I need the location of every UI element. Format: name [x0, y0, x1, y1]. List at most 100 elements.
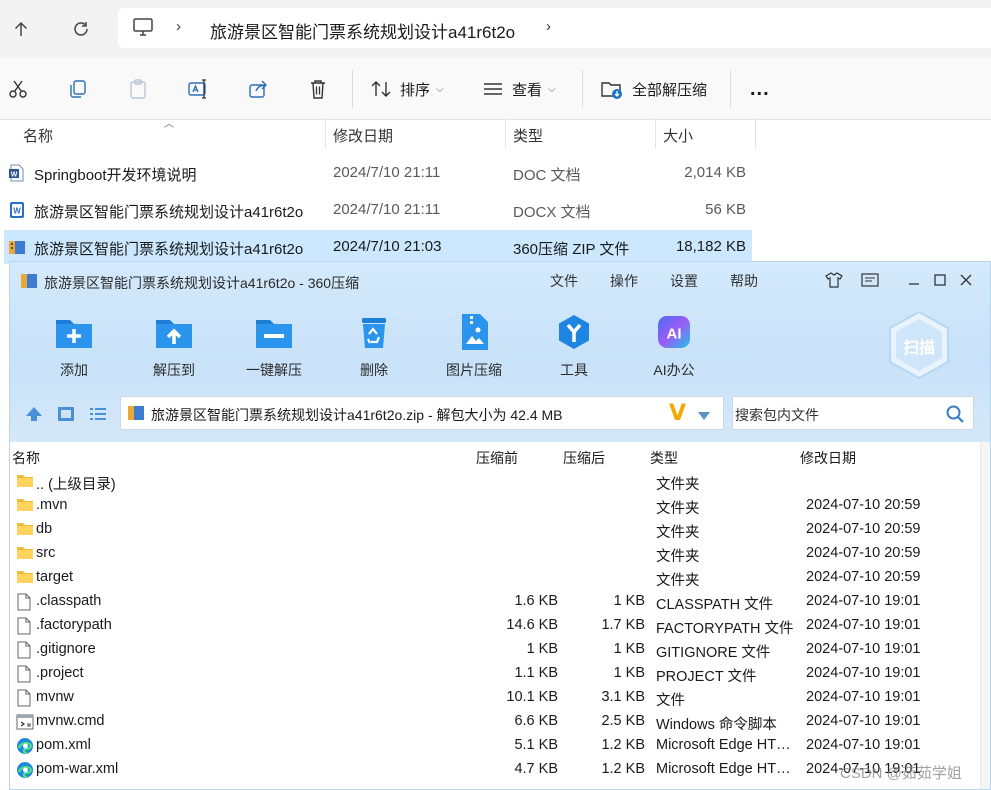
archive-row[interactable]: .. (上级目录) 文件夹	[10, 470, 980, 494]
extract-all-button[interactable]: 全部解压缩	[600, 76, 707, 102]
archive-row-date: 2024-07-10 19:01	[806, 641, 921, 657]
tool-image-compress[interactable]: 图片压缩	[436, 312, 512, 380]
paste-icon[interactable]	[126, 77, 150, 101]
menu-help[interactable]: 帮助	[730, 271, 758, 291]
sort-button[interactable]: 排序 ⌵	[370, 76, 444, 102]
column-header-size[interactable]: 大小	[663, 125, 693, 146]
file-row[interactable]: W Springboot开发环境说明 2024/7/10 21:11 DOC 文…	[4, 156, 752, 190]
one-click-extract-icon	[254, 312, 294, 352]
tool-add-label: 添加	[60, 362, 88, 378]
archive-row[interactable]: mvnw.cmd 6.6 KB 2.5 KB Windows 命令脚本 2024-07-…	[10, 710, 980, 734]
up-folder-icon[interactable]	[24, 404, 44, 424]
archive-path-field[interactable]: 旅游景区智能门票系统规划设计a41r6t2o.zip - 解包大小为 42.4 …	[120, 396, 724, 430]
scan-button[interactable]: 扫描	[886, 310, 952, 380]
archive-row[interactable]: pom.xml 5.1 KB 1.2 KB Microsoft Edge HTML D…	[10, 734, 980, 758]
zip-header: 旅游景区智能门票系统规划设计a41r6t2o - 360压缩 文件 操作 设置 …	[10, 262, 990, 442]
archive-row-name: mvnw.cmd	[36, 713, 105, 729]
column-divider[interactable]	[755, 118, 756, 148]
archive-row[interactable]: .factorypath 14.6 KB 1.7 KB FACTORYPATH 文件 2…	[10, 614, 980, 638]
archive-row-date: 2024-07-10 19:01	[806, 665, 921, 681]
add-folder-icon	[54, 312, 94, 352]
archive-row[interactable]: src 文件夹 2024-07-10 20:59	[10, 542, 980, 566]
tool-add[interactable]: 添加	[36, 312, 112, 380]
breadcrumb-chevron-icon[interactable]: ›	[176, 18, 181, 35]
archive-row[interactable]: .gitignore 1 KB 1 KB GITIGNORE 文件 2024-07-10…	[10, 638, 980, 662]
archive-row[interactable]: .mvn 文件夹 2024-07-10 20:59	[10, 494, 980, 518]
column-header-date[interactable]: 修改日期	[333, 125, 393, 146]
breadcrumb-chevron-icon[interactable]: ›	[546, 18, 551, 35]
archive-row-type: Microsoft Edge HTML Document	[656, 737, 796, 753]
archive-row-name: target	[36, 569, 74, 585]
file-row[interactable]: W 旅游景区智能门票系统规划设计a41r6t2o 2024/7/10 21:11…	[4, 193, 752, 227]
archive-row-name: mvnw	[36, 689, 74, 705]
tool-delete[interactable]: 删除	[336, 312, 412, 380]
archive-row[interactable]: .classpath 1.6 KB 1 KB CLASSPATH 文件 2024-07-…	[10, 590, 980, 614]
column-divider[interactable]	[655, 118, 656, 148]
skin-shirt-icon[interactable]	[824, 270, 844, 290]
share-icon[interactable]	[246, 77, 270, 101]
archive-row-name: .classpath	[36, 593, 102, 609]
column-header-name[interactable]: 名称	[23, 125, 53, 146]
zip-archive-icon	[8, 238, 26, 256]
file-row-selected[interactable]: 旅游景区智能门票系统规划设计a41r6t2o 2024/7/10 21:03 3…	[4, 230, 752, 264]
up-arrow-icon[interactable]	[4, 12, 38, 46]
close-icon[interactable]	[956, 270, 976, 290]
sort-label: 排序	[400, 81, 431, 99]
archive-row[interactable]: pom-war.xml 4.7 KB 1.2 KB Microsoft Edge HT…	[10, 758, 980, 782]
address-box[interactable]: › 旅游景区智能门票系统规划设计a41r6t2o ›	[118, 8, 991, 48]
sort-arrows-icon	[371, 81, 391, 97]
search-icon[interactable]	[945, 404, 965, 427]
copy-icon[interactable]	[66, 77, 90, 101]
zip-column-type[interactable]: 类型	[650, 448, 678, 468]
archive-row[interactable]: target 文件夹 2024-07-10 20:59	[10, 566, 980, 590]
zip-column-after[interactable]: 压缩后	[563, 448, 605, 468]
column-divider[interactable]	[505, 118, 506, 148]
rename-icon[interactable]	[186, 77, 210, 101]
zip-column-name[interactable]: 名称	[12, 448, 40, 468]
archive-row[interactable]: db 文件夹 2024-07-10 20:59	[10, 518, 980, 542]
folder-icon	[16, 545, 34, 563]
archive-row-type: 文件夹	[656, 477, 700, 493]
extract-folder-icon	[601, 82, 622, 99]
minimize-icon[interactable]	[904, 270, 924, 290]
tool-tools[interactable]: 工具	[536, 312, 612, 380]
archive-row-size-before: 1.6 KB	[514, 593, 558, 609]
tool-one-click-extract[interactable]: 一键解压	[236, 312, 312, 380]
more-options-button[interactable]: ...	[750, 76, 770, 102]
zip-column-date[interactable]: 修改日期	[800, 448, 856, 468]
delete-icon[interactable]	[306, 77, 330, 101]
breadcrumb-current-folder[interactable]: 旅游景区智能门票系统规划设计a41r6t2o	[210, 18, 515, 43]
archive-row-name: .project	[36, 665, 84, 681]
message-icon[interactable]	[860, 270, 880, 290]
menu-operation[interactable]: 操作	[610, 271, 638, 291]
file-size: 2,014 KB	[684, 164, 746, 181]
view-button[interactable]: 查看 ⌵	[482, 76, 556, 102]
column-header-type[interactable]: 类型	[513, 125, 543, 146]
archive-row[interactable]: .project 1.1 KB 1 KB PROJECT 文件 2024-07-10 1…	[10, 662, 980, 686]
menu-settings[interactable]: 设置	[670, 271, 698, 291]
archive-row-date: 2024-07-10 20:59	[806, 569, 921, 585]
maximize-icon[interactable]	[930, 270, 950, 290]
vertical-scrollbar[interactable]	[980, 442, 990, 789]
menu-file[interactable]: 文件	[550, 271, 578, 291]
image-compress-icon	[454, 312, 494, 352]
refresh-icon[interactable]	[64, 12, 98, 46]
cut-icon[interactable]	[6, 77, 30, 101]
archive-row-name: pom.xml	[36, 737, 91, 753]
chevron-down-icon: ⌵	[548, 83, 556, 95]
search-placeholder: 搜索包内文件	[735, 407, 819, 423]
list-view-icon[interactable]	[88, 404, 108, 424]
column-divider[interactable]	[325, 118, 326, 148]
v-logo-icon[interactable]: V	[669, 401, 686, 426]
dropdown-arrow-icon[interactable]	[697, 408, 711, 424]
tool-ai-office[interactable]: AI AI办公	[636, 312, 712, 380]
archive-row-name: .. (上级目录)	[36, 477, 116, 493]
archive-search-input[interactable]: 搜索包内文件	[732, 396, 974, 430]
tool-extract-to[interactable]: 解压到	[136, 312, 212, 380]
archive-row[interactable]: mvnw 10.1 KB 3.1 KB 文件 2024-07-10 19:01	[10, 686, 980, 710]
thumbnail-view-icon[interactable]	[56, 404, 76, 424]
archive-row-size-before: 4.7 KB	[514, 761, 558, 777]
archive-row-type: 文件	[656, 693, 685, 709]
file-type: DOC 文档	[513, 167, 581, 184]
zip-column-before[interactable]: 压缩前	[476, 448, 518, 468]
